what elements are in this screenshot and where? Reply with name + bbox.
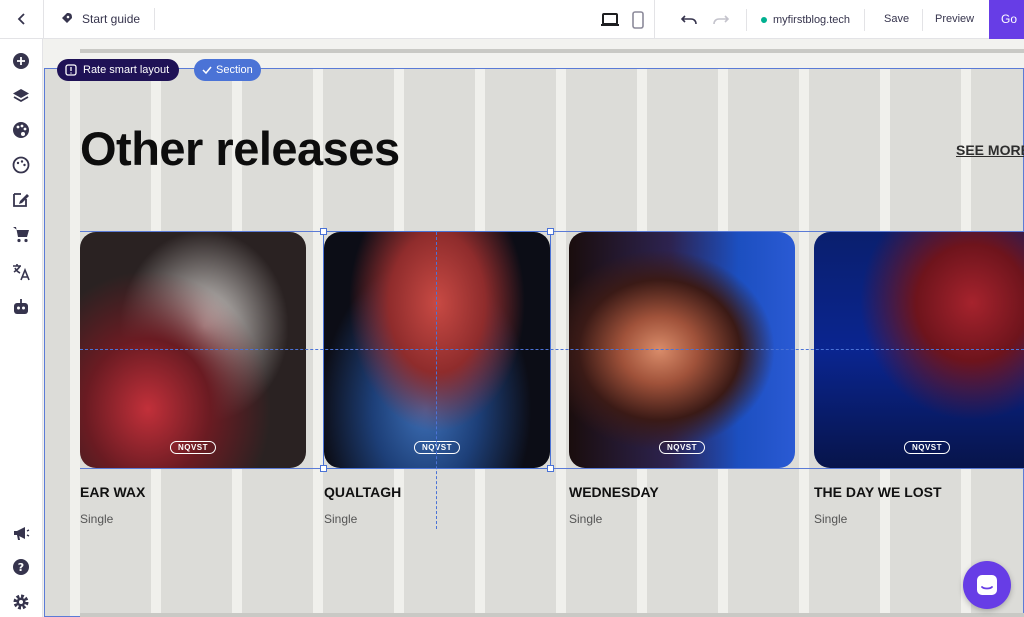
- start-guide-button[interactable]: Start guide: [44, 8, 156, 30]
- mobile-icon[interactable]: [632, 10, 644, 29]
- section-heading[interactable]: Other releases: [80, 121, 400, 176]
- save-button[interactable]: Save: [884, 0, 909, 39]
- layers-icon[interactable]: [11, 86, 31, 106]
- resize-handle[interactable]: [320, 465, 327, 472]
- history-controls: [680, 0, 744, 39]
- left-sidebar: ?: [0, 39, 43, 617]
- chevron-left-icon: [17, 13, 25, 25]
- start-guide-label: Start guide: [82, 12, 141, 26]
- help-icon[interactable]: ?: [11, 557, 31, 577]
- release-title[interactable]: WEDNESDAY: [569, 484, 659, 500]
- release-card-image[interactable]: NQVST: [80, 232, 306, 468]
- see-more-link[interactable]: SEE MORE: [956, 142, 1024, 158]
- release-title[interactable]: THE DAY WE LOST: [814, 484, 942, 500]
- rocket-icon: [61, 13, 72, 24]
- divider: [922, 9, 923, 31]
- top-bar: Start guide myfirstblog.tech Save Previe…: [0, 0, 1024, 39]
- edit-icon[interactable]: [11, 189, 31, 209]
- editor-canvas: Rate smart layout Section Other releases…: [44, 39, 1024, 617]
- previous-section-edge: [80, 49, 1024, 53]
- release-type: Single: [814, 512, 848, 526]
- feedback-icon: [65, 64, 77, 76]
- section-badge[interactable]: Section: [194, 59, 261, 81]
- svg-text:?: ?: [18, 561, 24, 574]
- translate-icon[interactable]: [11, 262, 31, 282]
- megaphone-icon[interactable]: [11, 523, 31, 543]
- domain-label: myfirstblog.tech: [773, 14, 851, 26]
- release-card-image[interactable]: NQVST: [569, 232, 795, 468]
- card-brand-label: NQVST: [169, 441, 217, 454]
- redo-icon[interactable]: [712, 13, 730, 27]
- selected-element-outline[interactable]: [323, 231, 551, 469]
- add-icon[interactable]: [11, 51, 31, 71]
- release-type: Single: [80, 512, 114, 526]
- resize-handle[interactable]: [547, 228, 554, 235]
- resize-handle[interactable]: [547, 465, 554, 472]
- palette-icon[interactable]: [11, 120, 31, 140]
- cart-icon[interactable]: [11, 224, 31, 244]
- chat-support-button[interactable]: [963, 561, 1011, 609]
- card-brand-label: NQVST: [658, 441, 706, 454]
- check-icon: [202, 66, 212, 75]
- section-label: Section: [216, 64, 253, 76]
- robot-icon[interactable]: [11, 297, 31, 317]
- rate-label: Rate smart layout: [83, 64, 170, 76]
- card-brand-label: NQVST: [903, 441, 951, 454]
- rate-smart-layout-button[interactable]: Rate smart layout: [57, 59, 180, 81]
- release-title[interactable]: QUALTAGH: [324, 484, 401, 500]
- next-section-edge: [80, 613, 1024, 617]
- chat-icon: [977, 575, 997, 595]
- resize-handle[interactable]: [320, 228, 327, 235]
- settings-icon[interactable]: [11, 592, 31, 612]
- back-button[interactable]: [0, 0, 44, 39]
- undo-icon[interactable]: [680, 13, 698, 27]
- alignment-guide-horizontal: [80, 349, 1024, 350]
- release-card-image[interactable]: NQVST: [814, 232, 1024, 468]
- release-type: Single: [324, 512, 358, 526]
- release-title[interactable]: EAR WAX: [80, 484, 145, 500]
- grid-column-line: [70, 69, 80, 616]
- domain-link[interactable]: myfirstblog.tech: [746, 9, 866, 31]
- release-type: Single: [569, 512, 603, 526]
- device-switcher: [600, 0, 655, 39]
- preview-button[interactable]: Preview: [935, 0, 974, 39]
- go-live-button[interactable]: Go: [989, 0, 1024, 39]
- theme-icon[interactable]: [11, 155, 31, 175]
- status-dot: [761, 17, 767, 23]
- desktop-icon[interactable]: [600, 12, 620, 28]
